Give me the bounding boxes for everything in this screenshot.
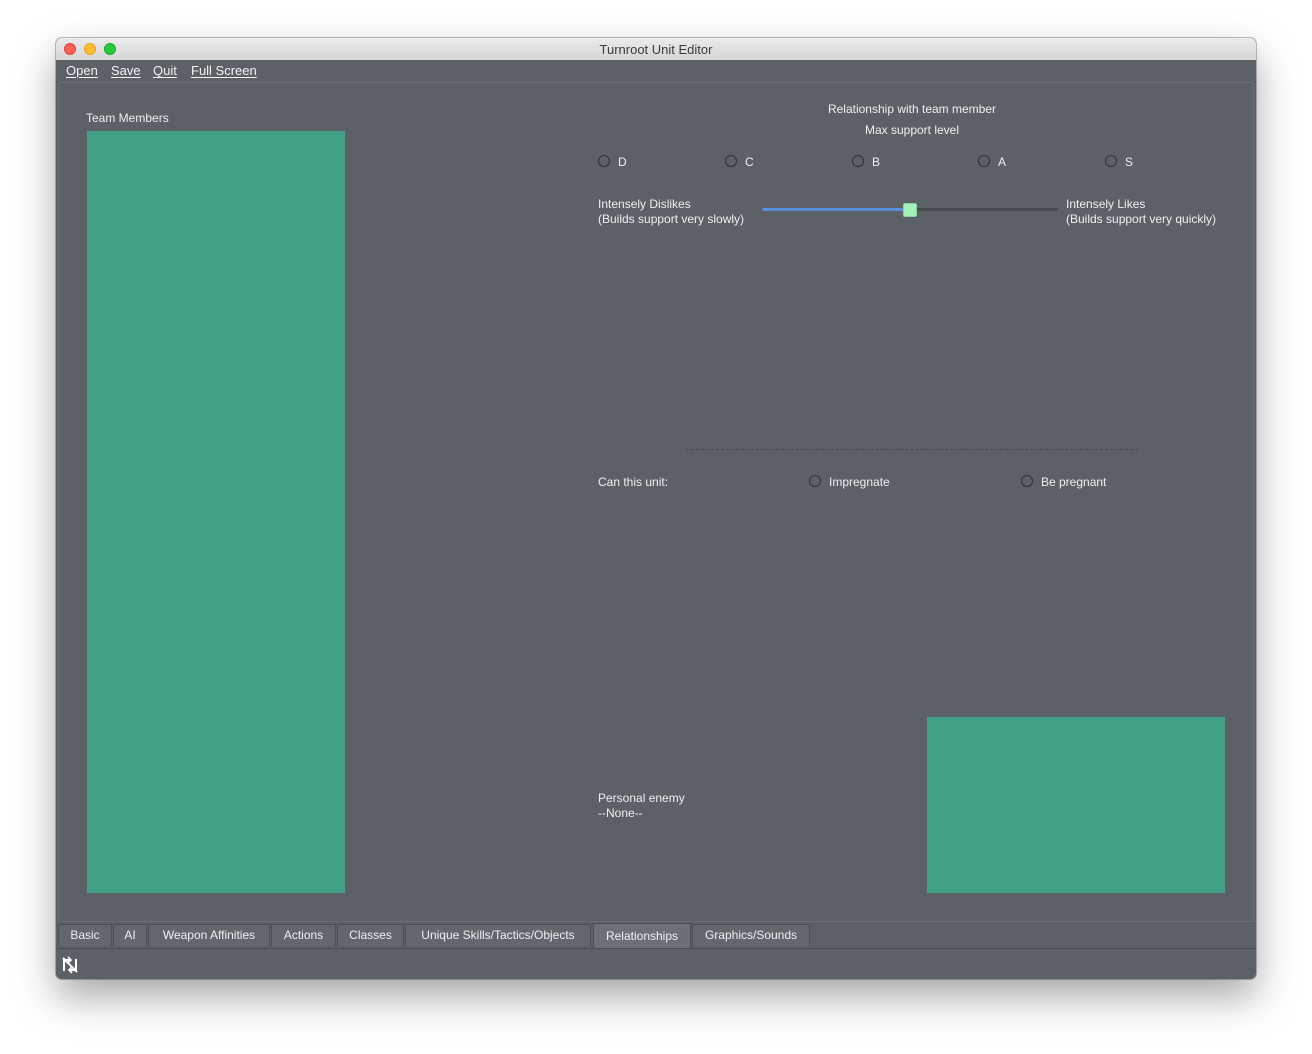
be-pregnant-label: Be pregnant: [1041, 475, 1107, 489]
slider-left-label-line1: Intensely Dislikes: [598, 197, 691, 211]
be-pregnant-radio[interactable]: [1021, 475, 1033, 487]
menu-full-screen[interactable]: Full Screen: [191, 63, 257, 78]
section-divider: [686, 449, 1138, 450]
personal-enemy-label: Personal enemy: [598, 791, 685, 805]
relationships-tab-content: Team Members Relationship with team memb…: [58, 82, 1254, 922]
impregnate-radio[interactable]: [809, 475, 821, 487]
menu-open[interactable]: Open: [66, 63, 98, 78]
refresh-icon[interactable]: [61, 956, 79, 974]
impregnate-label: Impregnate: [829, 475, 890, 489]
slider-track: [910, 208, 1058, 211]
tab-basic[interactable]: Basic: [58, 924, 112, 946]
support-level-d-label: D: [618, 155, 627, 169]
tab-unique-skills[interactable]: Unique Skills/Tactics/Objects: [405, 924, 591, 946]
team-members-list[interactable]: [87, 131, 345, 893]
affinity-slider[interactable]: [762, 202, 1058, 218]
menu-bar: Open Save Quit Full Screen: [56, 60, 1256, 83]
window-title: Turnroot Unit Editor: [599, 42, 713, 57]
tab-bar: Basic AI Weapon Affinities Actions Class…: [56, 922, 1256, 949]
support-level-s-radio[interactable]: [1105, 155, 1117, 167]
personal-enemy-value: --None--: [598, 806, 643, 820]
max-support-label: Max support level: [864, 123, 960, 137]
tab-graphics-sounds[interactable]: Graphics/Sounds: [692, 924, 810, 946]
slider-thumb[interactable]: [903, 203, 917, 217]
relationship-title: Relationship with team member: [827, 102, 997, 116]
status-bar: [56, 949, 1256, 979]
menu-save[interactable]: Save: [111, 63, 141, 78]
slider-left-label-line2: (Builds support very slowly): [598, 212, 745, 226]
support-level-b-label: B: [872, 155, 881, 169]
personal-enemy-list[interactable]: [927, 717, 1225, 893]
tab-relationships[interactable]: Relationships: [593, 923, 691, 948]
can-this-unit-label: Can this unit:: [598, 475, 669, 489]
support-level-c-radio[interactable]: [725, 155, 737, 167]
team-members-label: Team Members: [86, 111, 169, 125]
menu-quit[interactable]: Quit: [153, 63, 177, 78]
support-level-b-radio[interactable]: [852, 155, 864, 167]
support-level-a-radio[interactable]: [978, 155, 990, 167]
tab-classes[interactable]: Classes: [337, 924, 404, 946]
slider-right-label-line2: (Builds support very quickly): [1066, 212, 1217, 226]
slider-fill: [762, 208, 910, 211]
tab-ai[interactable]: AI: [113, 924, 147, 946]
support-level-c-label: C: [745, 155, 754, 169]
tab-weapon-affinities[interactable]: Weapon Affinities: [148, 924, 270, 946]
support-level-a-label: A: [998, 155, 1007, 169]
app-window: Turnroot Unit Editor Open Save Quit Full…: [56, 38, 1256, 979]
title-bar: Turnroot Unit Editor: [56, 38, 1256, 61]
support-level-d-radio[interactable]: [598, 155, 610, 167]
support-level-s-label: S: [1125, 155, 1134, 169]
tab-actions[interactable]: Actions: [271, 924, 336, 946]
slider-right-label-line1: Intensely Likes: [1066, 197, 1146, 211]
